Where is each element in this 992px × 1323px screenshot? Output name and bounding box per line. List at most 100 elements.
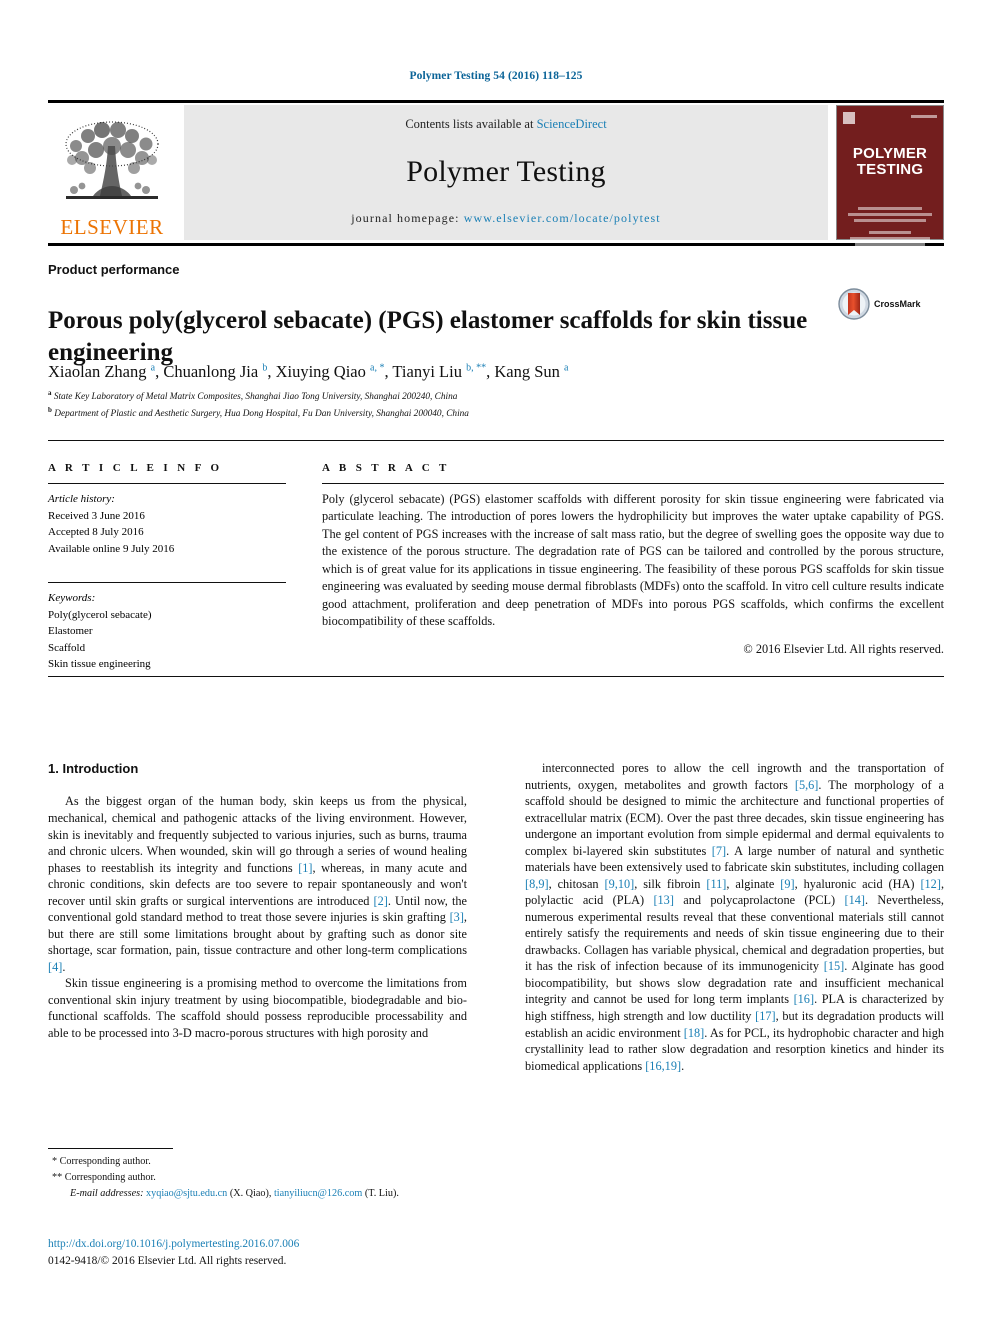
citation-link[interactable]: [9,10] bbox=[605, 877, 635, 891]
author-name[interactable]: Xiuying Qiao bbox=[276, 362, 370, 381]
author-name[interactable]: Kang Sun bbox=[494, 362, 564, 381]
author-affiliation-mark: b, ** bbox=[466, 362, 487, 374]
affiliation-text: Department of Plastic and Aesthetic Surg… bbox=[51, 408, 469, 419]
email-label: E-mail addresses: bbox=[70, 1187, 144, 1199]
keywords-rule bbox=[48, 582, 286, 583]
journal-masthead: ELSEVIER Contents lists available at Sci… bbox=[48, 100, 944, 276]
article-history-item: Accepted 8 July 2016 bbox=[48, 526, 144, 538]
corresponding-author-2: ** Corresponding author. bbox=[52, 1171, 156, 1183]
body-column-left: 1. Introduction As the biggest organ of … bbox=[48, 760, 467, 1041]
article-history-label: Article history: bbox=[48, 493, 115, 505]
journal-cover-thumbnail[interactable]: POLYMER TESTING bbox=[836, 105, 944, 276]
citation-link[interactable]: [7] bbox=[712, 844, 726, 858]
citation-link[interactable]: [2] bbox=[374, 894, 388, 908]
abstract-heading: A B S T R A C T bbox=[322, 462, 450, 474]
article-info-heading: A R T I C L E I N F O bbox=[48, 462, 223, 474]
crossmark-icon bbox=[838, 288, 870, 320]
cover-title: POLYMER TESTING bbox=[853, 146, 927, 178]
author-name[interactable]: Xiaolan Zhang bbox=[48, 362, 151, 381]
author-affiliation-mark: a, * bbox=[370, 362, 385, 374]
author-affiliation-mark: a bbox=[150, 362, 156, 374]
elsevier-logo: ELSEVIER bbox=[48, 105, 176, 240]
keyword-item: Elastomer bbox=[48, 625, 93, 637]
author-affiliation-mark: b bbox=[262, 362, 268, 374]
keywords-list: Poly(glycerol sebacate) Elastomer Scaffold… bbox=[48, 607, 286, 673]
citation-link[interactable]: [17] bbox=[755, 1009, 776, 1023]
cover-title-line-1: POLYMER bbox=[852, 145, 928, 162]
article-history-list: Received 3 June 2016 Accepted 8 July 2016… bbox=[48, 508, 286, 558]
keywords-label: Keywords: bbox=[48, 592, 96, 604]
cover-title-line-2: TESTING bbox=[856, 160, 924, 178]
footnote-block: * Corresponding author. ** Corresponding… bbox=[48, 1148, 467, 1201]
elsevier-wordmark: ELSEVIER bbox=[60, 215, 164, 239]
abstract-text: Poly (glycerol sebacate) (PGS) elastomer… bbox=[322, 492, 944, 629]
citation-link[interactable]: [16] bbox=[794, 992, 815, 1006]
citation-link[interactable]: [11] bbox=[706, 877, 726, 891]
article-info-block: A R T I C L E I N F O Article history: R… bbox=[48, 462, 286, 673]
homepage-prefix: journal homepage: bbox=[351, 211, 464, 225]
masthead-bottom-rule bbox=[48, 243, 944, 246]
right-column-paragraphs: interconnected pores to allow the cell i… bbox=[525, 760, 944, 1074]
affiliation-line: b Department of Plastic and Aesthetic Su… bbox=[48, 405, 928, 422]
citation-link[interactable]: [5,6] bbox=[795, 778, 819, 792]
author-name[interactable]: Chuanlong Jia bbox=[163, 362, 262, 381]
author-name[interactable]: Tianyi Liu bbox=[392, 362, 466, 381]
email-link-qiao[interactable]: xyqiao@sjtu.edu.cn bbox=[146, 1188, 227, 1199]
journal-title: Polymer Testing bbox=[406, 154, 606, 188]
citation-link[interactable]: [3] bbox=[450, 910, 464, 924]
email-owner-qiao: (X. Qiao), bbox=[229, 1187, 272, 1199]
citation-link[interactable]: [8,9] bbox=[525, 877, 549, 891]
email-link-liu[interactable]: tianyiliucn@126.com bbox=[274, 1188, 362, 1199]
cover-blurb-lines bbox=[844, 204, 935, 279]
keyword-item: Poly(glycerol sebacate) bbox=[48, 608, 152, 621]
sciencedirect-link[interactable]: ScienceDirect bbox=[537, 117, 607, 131]
affiliation-text: State Key Laboratory of Metal Matrix Com… bbox=[51, 392, 458, 403]
abstract-band-bottom-rule bbox=[48, 676, 944, 677]
keyword-item: Scaffold bbox=[48, 641, 86, 654]
masthead-top-rule bbox=[48, 100, 944, 103]
article-info-rule bbox=[48, 483, 286, 484]
journal-homepage-line: journal homepage: www.elsevier.com/locat… bbox=[351, 211, 660, 226]
journal-homepage-link[interactable]: www.elsevier.com/locate/polytest bbox=[464, 211, 661, 225]
abstract-copyright: © 2016 Elsevier Ltd. All rights reserved… bbox=[743, 641, 944, 656]
body-paragraph: interconnected pores to allow the cell i… bbox=[525, 761, 945, 1073]
affiliation-line: a State Key Laboratory of Metal Matrix C… bbox=[48, 388, 928, 405]
article-history-item: Available online 9 July 2016 bbox=[48, 542, 175, 555]
corresponding-author-1: * Corresponding author. bbox=[52, 1156, 151, 1167]
citation-link[interactable]: [16,19] bbox=[645, 1059, 681, 1073]
body-paragraph: Skin tissue engineering is a promising m… bbox=[48, 976, 467, 1040]
running-head: Polymer Testing 54 (2016) 118–125 bbox=[409, 70, 583, 82]
citation-link[interactable]: [1] bbox=[298, 861, 312, 875]
page-title: Porous poly(glycerol sebacate) (PGS) ela… bbox=[48, 306, 808, 367]
affiliation-list: a State Key Laboratory of Metal Matrix C… bbox=[48, 388, 928, 421]
cover-meta-line bbox=[911, 115, 937, 118]
cover-topbar bbox=[837, 112, 943, 124]
citation-link[interactable]: [4] bbox=[48, 960, 62, 974]
cover-elsevier-mark-icon bbox=[843, 112, 855, 124]
author-list: Xiaolan Zhang a, Chuanlong Jia b, Xiuyin… bbox=[48, 362, 569, 381]
citation-link[interactable]: [13] bbox=[653, 893, 674, 907]
abstract-band-top-rule bbox=[48, 440, 944, 441]
email-owner-liu: (T. Liu). bbox=[364, 1187, 399, 1199]
abstract-rule bbox=[322, 483, 944, 484]
citation-link[interactable]: [12] bbox=[920, 877, 941, 891]
citation-link[interactable]: [14] bbox=[845, 893, 866, 907]
citation-link[interactable]: [15] bbox=[824, 959, 845, 973]
article-page: Polymer Testing 54 (2016) 118–125 ELSEVI… bbox=[0, 0, 992, 1323]
citation-link[interactable]: [9] bbox=[780, 877, 794, 891]
body-paragraph: As the biggest organ of the human body, … bbox=[48, 794, 467, 974]
section-heading-introduction: 1. Introduction bbox=[48, 761, 139, 776]
journal-banner: Contents lists available at ScienceDirec… bbox=[184, 105, 828, 240]
doi-block: http://dx.doi.org/10.1016/j.polymertesti… bbox=[48, 1236, 508, 1269]
crossmark-badge[interactable]: CrossMark bbox=[838, 288, 921, 320]
crossmark-label: CrossMark bbox=[874, 299, 921, 309]
article-section-label: Product performance bbox=[48, 262, 180, 277]
elsevier-tree-icon bbox=[65, 121, 159, 199]
author-affiliation-mark: a bbox=[564, 362, 569, 374]
email-addresses-line: E-mail addresses: xyqiao@sjtu.edu.cn (X.… bbox=[48, 1186, 467, 1202]
doi-link[interactable]: http://dx.doi.org/10.1016/j.polymertesti… bbox=[48, 1236, 508, 1253]
contents-prefix: Contents lists available at bbox=[405, 117, 537, 131]
article-history-item: Received 3 June 2016 bbox=[48, 509, 145, 522]
keyword-item: Skin tissue engineering bbox=[48, 658, 151, 670]
citation-link[interactable]: [18] bbox=[684, 1026, 705, 1040]
